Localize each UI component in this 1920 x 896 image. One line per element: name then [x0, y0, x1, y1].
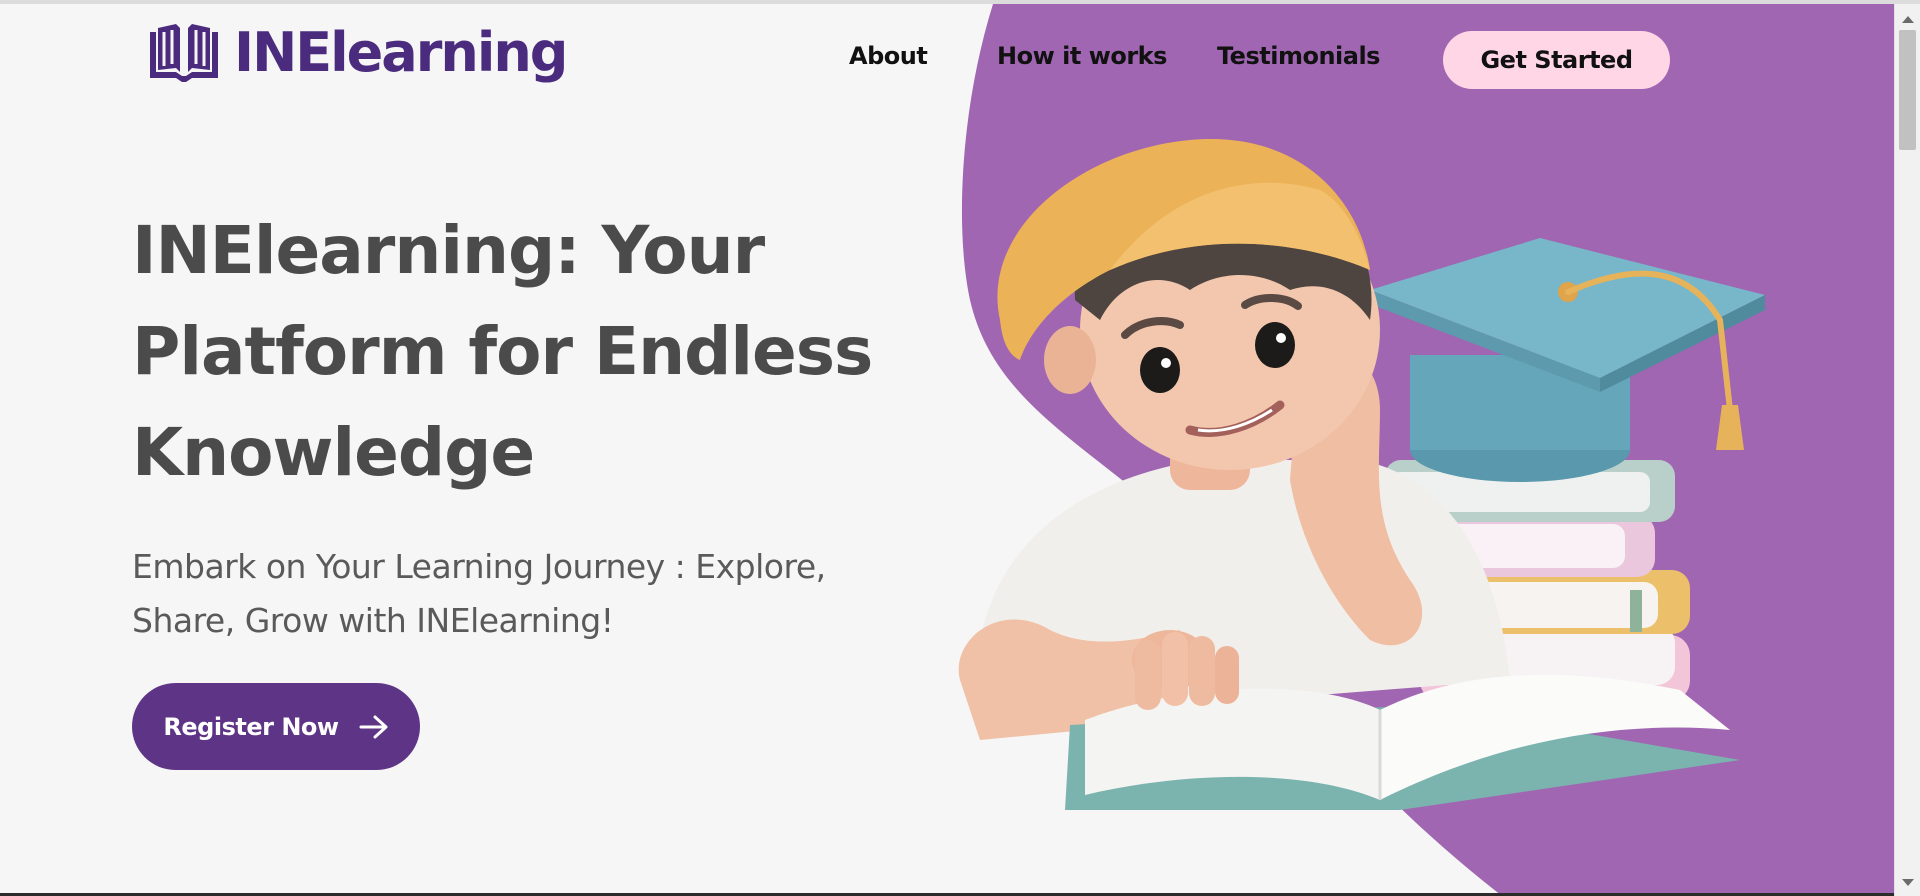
- graduation-cap: [1370, 238, 1765, 482]
- student-reading-illustration: [958, 139, 1765, 810]
- arrow-right-icon: [359, 715, 388, 738]
- scrollbar-thumb[interactable]: [1899, 30, 1916, 150]
- window-top-border: [0, 0, 1920, 4]
- landing-page: INElearning About How it works Testimoni…: [0, 0, 1920, 896]
- hero-title: INElearning: Your Platform for Endless K…: [132, 212, 873, 491]
- register-now-label: Register Now: [163, 712, 339, 741]
- scroll-down-arrow-icon[interactable]: [1902, 879, 1914, 886]
- get-started-button[interactable]: Get Started: [1443, 31, 1670, 89]
- book-icon: [150, 24, 218, 82]
- brand-logo[interactable]: INElearning: [146, 21, 568, 84]
- nav-about-link[interactable]: About: [849, 42, 928, 70]
- scroll-up-arrow-icon[interactable]: [1902, 16, 1914, 23]
- vertical-scrollbar[interactable]: [1894, 4, 1920, 896]
- nav-how-it-works-link[interactable]: How it works: [997, 42, 1167, 70]
- nav-testimonials-link[interactable]: Testimonials: [1217, 42, 1380, 70]
- brand-name: INElearning: [234, 21, 568, 84]
- hero-subtitle: Embark on Your Learning Journey : Explor…: [132, 547, 826, 640]
- register-now-button[interactable]: Register Now: [132, 683, 420, 770]
